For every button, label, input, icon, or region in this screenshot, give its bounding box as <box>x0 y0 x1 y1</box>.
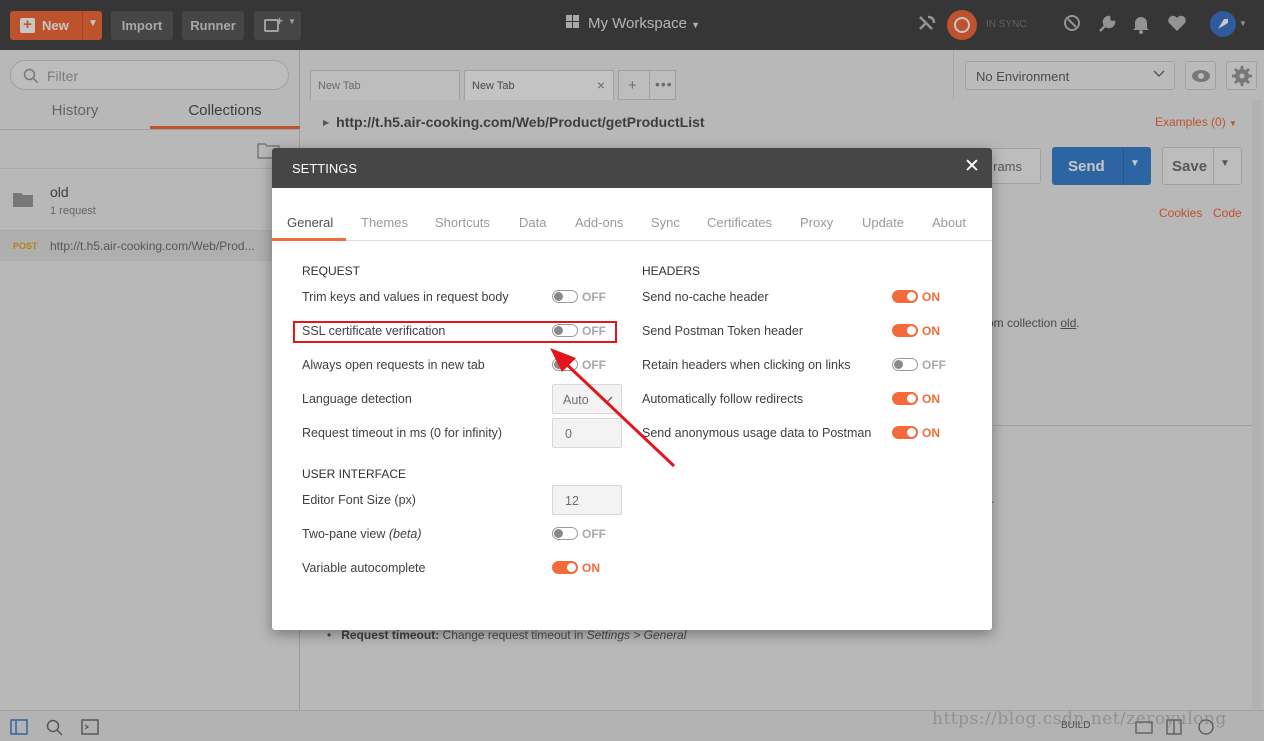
two-pane-state: OFF <box>582 527 606 541</box>
section-headers: HEADERS <box>642 264 701 278</box>
settings-title: SETTINGS <box>292 161 358 176</box>
active-tab-indicator <box>272 238 346 241</box>
annotation-arrow <box>550 348 676 468</box>
tab-update[interactable]: Update <box>862 215 904 230</box>
tab-proxy[interactable]: Proxy <box>800 215 833 230</box>
follow-redirects-state: ON <box>922 392 940 406</box>
settings-header: SETTINGS ✕ <box>272 148 992 188</box>
no-cache-label: Send no-cache header <box>642 290 769 304</box>
tab-sync[interactable]: Sync <box>651 215 680 230</box>
two-pane-label-text: Two-pane view <box>302 527 386 541</box>
settings-tabs: General Themes Shortcuts Data Add-ons Sy… <box>272 188 992 241</box>
postman-token-state: ON <box>922 324 940 338</box>
variable-autocomplete-label: Variable autocomplete <box>302 561 426 575</box>
tab-add-ons[interactable]: Add-ons <box>575 215 623 230</box>
trim-keys-label: Trim keys and values in request body <box>302 290 509 304</box>
variable-autocomplete-state: ON <box>582 561 600 575</box>
request-timeout-label: Request timeout in ms (0 for infinity) <box>302 426 503 440</box>
no-cache-state: ON <box>922 290 940 304</box>
section-user-interface: USER INTERFACE <box>302 467 407 481</box>
close-icon[interactable]: ✕ <box>964 157 980 177</box>
tab-data[interactable]: Data <box>519 215 546 230</box>
postman-token-label: Send Postman Token header <box>642 324 803 338</box>
two-pane-label: Two-pane view (beta) <box>302 527 422 541</box>
anonymous-usage-toggle[interactable] <box>892 426 918 439</box>
no-cache-toggle[interactable] <box>892 290 918 303</box>
tab-general[interactable]: General <box>287 215 333 230</box>
tab-themes[interactable]: Themes <box>361 215 408 230</box>
section-request: REQUEST <box>302 264 361 278</box>
follow-redirects-toggle[interactable] <box>892 392 918 405</box>
new-tab-label: Always open requests in new tab <box>302 358 485 372</box>
retain-headers-state: OFF <box>922 358 946 372</box>
tab-certificates[interactable]: Certificates <box>707 215 772 230</box>
postman-token-toggle[interactable] <box>892 324 918 337</box>
language-detection-label: Language detection <box>302 392 412 406</box>
tab-shortcuts[interactable]: Shortcuts <box>435 215 490 230</box>
editor-font-size-label: Editor Font Size (px) <box>302 493 416 507</box>
variable-autocomplete-toggle[interactable] <box>552 561 578 574</box>
editor-font-size-input[interactable]: 12 <box>552 485 622 515</box>
two-pane-toggle[interactable] <box>552 527 578 540</box>
beta-tag: (beta) <box>388 527 422 541</box>
trim-keys-state: OFF <box>582 290 606 304</box>
anonymous-usage-state: ON <box>922 426 940 440</box>
trim-keys-toggle[interactable] <box>552 290 578 303</box>
retain-headers-toggle[interactable] <box>892 358 918 371</box>
tab-about[interactable]: About <box>932 215 966 230</box>
